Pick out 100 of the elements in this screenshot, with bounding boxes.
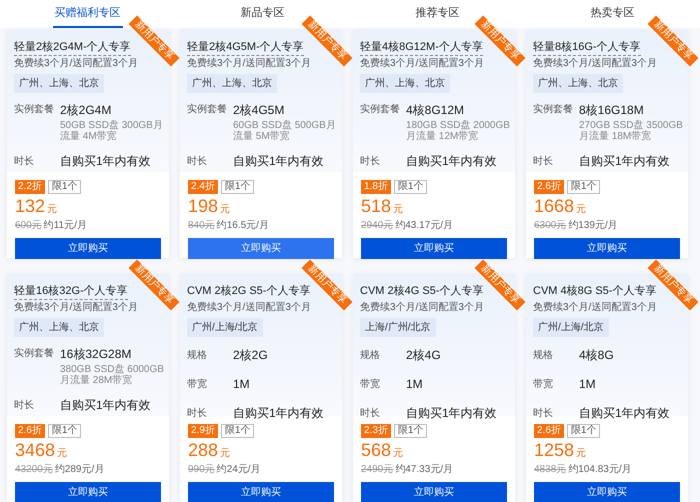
spec-value: 自购买1年内有效 [233,405,324,422]
buy-button[interactable]: 立即购买 [361,238,507,259]
tab[interactable]: 买赠福利专区 [52,0,122,28]
spec-label: 实例套餐 [14,102,55,117]
discount-badge: 2.6折 [15,424,45,438]
region-tag: 广州、上海、北京 [533,74,623,93]
original-price: 600元 [15,220,42,232]
spec-detail: 380GB SSD盘 6000GB月流量 28M带宽 [60,364,165,386]
price-unit: 元 [220,203,230,217]
buy-button[interactable]: 立即购买 [15,238,161,259]
spec-label: 规格 [187,348,208,362]
original-price: 990元 [188,464,215,476]
spec-label: 实例套餐 [533,102,574,117]
spec-label: 时长 [360,406,381,420]
buy-button[interactable]: 立即购买 [361,482,507,502]
spec-label: 实例套餐 [14,346,55,361]
limit-badge: 限1个 [220,424,254,438]
original-price: 2940元 [361,220,394,232]
spec-detail: 180GB SSD盘 2000GB月流量 12M带宽 [406,120,511,142]
spec-label: 规格 [360,348,381,362]
card-title: 轻量8核16G-个人专享 [533,40,641,56]
original-price: 6300元 [534,220,566,232]
discount-badge: 2.2折 [15,180,45,194]
monthly-price: 约43.17元/月 [395,220,454,232]
spec-value: 自购买1年内有效 [60,397,151,414]
limit-badge: 限1个 [566,180,600,194]
limit-badge: 限1个 [48,180,82,194]
region-tag: 广州、上海、北京 [14,74,104,93]
region-tag: 广州、上海、北京 [14,318,104,337]
spec-value: 2核2G4M [60,102,112,118]
price: 1668 [534,196,574,216]
spec-label: 时长 [533,406,554,420]
spec-label: 时长 [533,154,554,168]
region-tag: 广州、上海、北京 [360,74,450,93]
spec-value: 1M [233,376,250,393]
spec-detail: 50GB SSD盘 300GB月流量 4M带宽 [60,120,164,142]
spec-value: 自购买1年内有效 [60,153,151,170]
spec-value: 自购买1年内有效 [579,405,670,422]
spec-value: 1M [579,376,596,393]
region-tag: 广州/上海/北京 [533,318,609,337]
spec-detail: 60GB SSD盘 500GB月流量 5M带宽 [233,120,337,142]
tab[interactable]: 热卖专区 [588,0,636,28]
price-unit: 元 [393,203,404,217]
discount-badge: 2.3折 [361,424,391,438]
card-title: 轻量2核4G5M-个人专享 [187,40,304,56]
spec-value: 自购买1年内有效 [233,153,324,170]
price: 132 [15,196,46,216]
spec-value: 自购买1年内有效 [579,153,670,170]
price-unit: 元 [576,203,586,217]
spec-value: 自购买1年内有效 [406,405,497,422]
spec-value: 2核4G [406,347,441,364]
spec-label: 时长 [14,154,35,168]
discount-badge: 2.9折 [188,424,218,438]
spec-value: 1M [406,376,423,393]
monthly-price: 约47.33元/月 [395,464,454,476]
spec-label: 带宽 [533,378,554,392]
original-price: 43200元 [15,464,53,476]
buy-button[interactable]: 立即购买 [188,482,334,502]
card-title: 轻量2核2G4M-个人专享 [14,40,131,56]
spec-value: 2核4G5M [233,102,286,118]
original-price: 2490元 [361,464,394,476]
limit-badge: 限1个 [48,424,82,438]
discount-badge: 2.6折 [534,424,564,438]
spec-label: 时长 [187,154,208,168]
limit-badge: 限1个 [394,180,428,194]
price: 518 [361,196,392,216]
price-unit: 元 [47,203,58,217]
spec-label: 带宽 [187,378,208,392]
price-unit: 元 [57,447,68,461]
original-price: 840元 [188,220,215,232]
spec-detail: 270GB SSD盘 3500GB月流量 18M带宽 [579,120,684,142]
spec-value: 8核16G18M [579,102,645,118]
region-tag: 上海/广州/北京 [360,318,436,337]
price: 288 [188,440,218,460]
price: 3468 [15,440,56,460]
discount-badge: 2.6折 [534,180,564,194]
monthly-price: 约104.83元/月 [568,464,632,476]
region-tag: 广州、上海、北京 [187,74,277,93]
spec-label: 实例套餐 [187,102,228,117]
spec-value: 4核8G12M [406,102,466,118]
limit-badge: 限1个 [220,180,254,194]
spec-label: 带宽 [360,378,381,392]
monthly-price: 约139元/月 [568,220,618,232]
tab[interactable]: 推荐专区 [414,0,462,28]
buy-button[interactable]: 立即购买 [534,482,680,502]
spec-label: 时长 [187,406,208,420]
buy-button[interactable]: 立即购买 [534,238,680,259]
original-price: 4838元 [534,464,566,476]
spec-label: 规格 [533,348,554,362]
spec-value: 16核32G28M [60,346,132,362]
price: 1258 [534,440,574,460]
spec-label: 时长 [360,154,381,168]
card-title: 轻量16核32G-个人专享 [14,284,128,300]
buy-button[interactable]: 立即购买 [188,238,334,259]
card-title: 轻量4核8G12M-个人专享 [360,40,483,56]
monthly-price: 约11元/月 [44,220,87,232]
buy-button[interactable]: 立即购买 [15,482,161,502]
tab[interactable]: 新品专区 [238,0,286,28]
discount-badge: 2.4折 [188,180,218,194]
monthly-price: 约24元/月 [216,464,261,476]
